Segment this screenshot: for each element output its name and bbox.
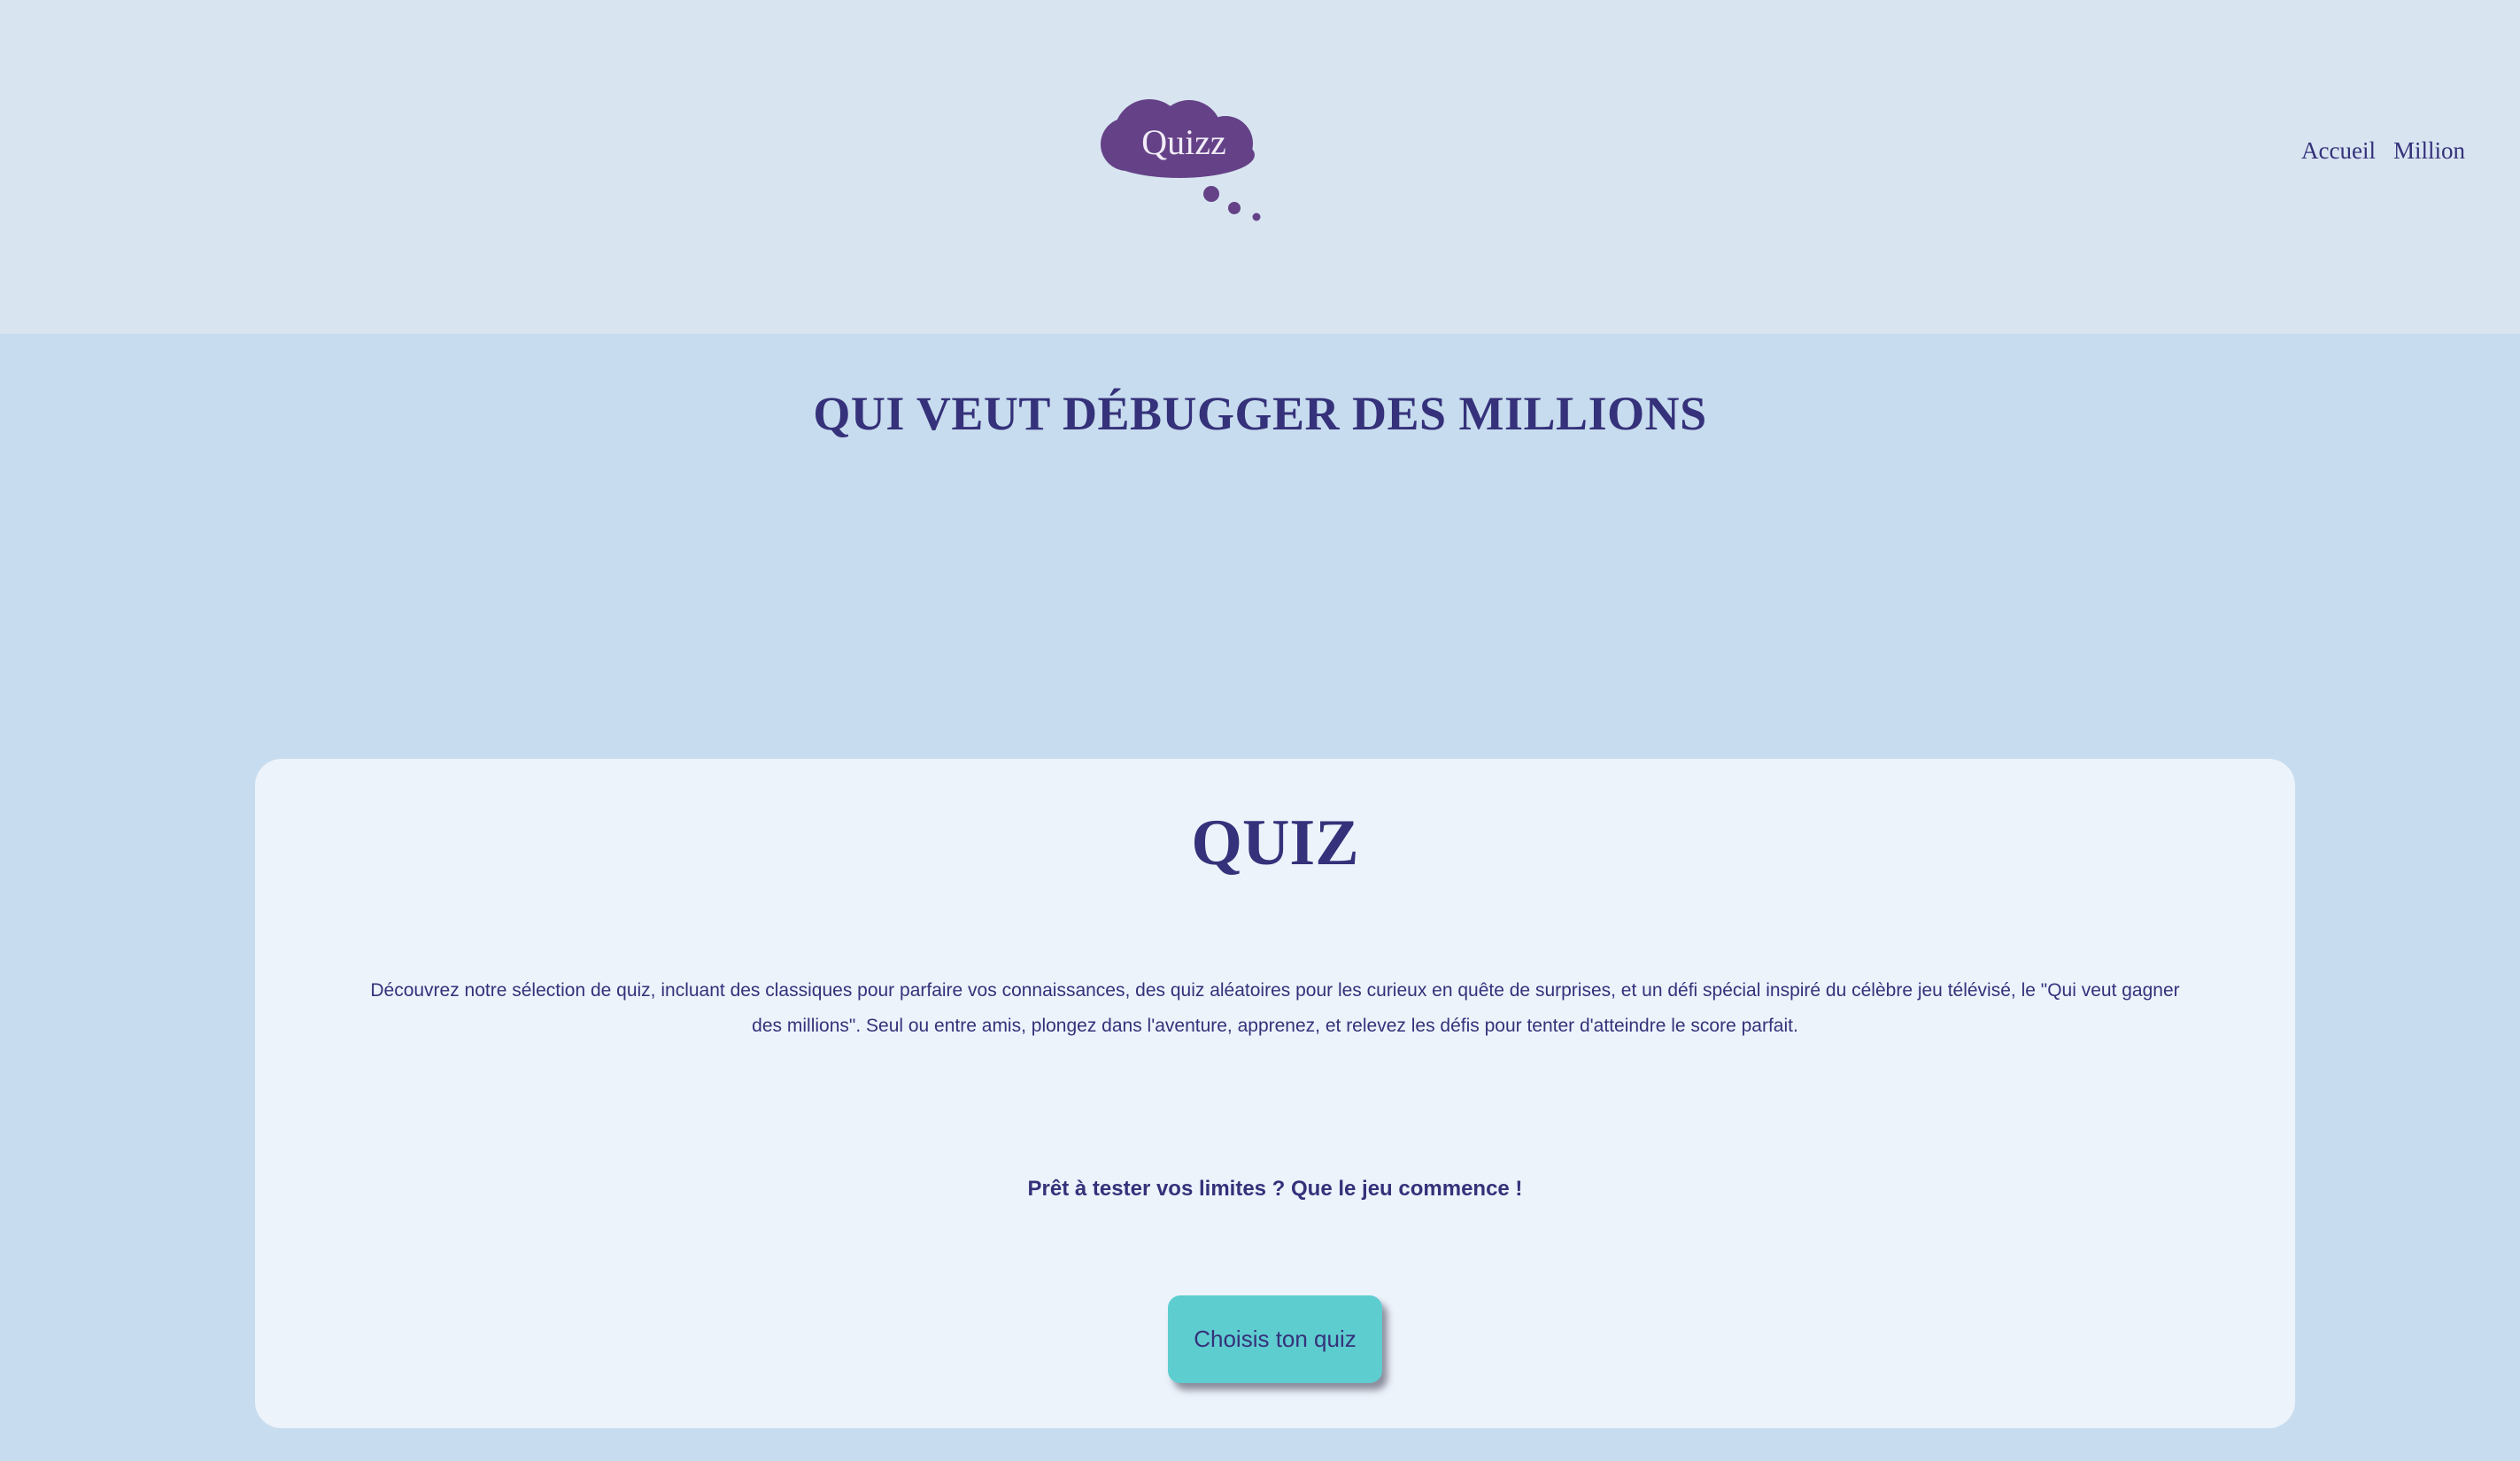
thought-bubble-icon: Quizz [1101,99,1261,221]
choose-quiz-button[interactable]: Choisis ton quiz [1168,1295,1382,1383]
quiz-card: QUIZ Découvrez notre sélection de quiz, … [255,759,2295,1428]
nav-link-accueil[interactable]: Accueil [2301,137,2376,165]
nav-link-million[interactable]: Million [2393,137,2465,165]
page-title: QUI VEUT DÉBUGGER DES MILLIONS [813,387,1707,440]
quizz-logo[interactable]: Quizz [1098,80,1284,230]
site-header: Quizz Accueil Million [0,0,2520,334]
logo-text: Quizz [1141,122,1226,162]
quiz-description: Découvrez notre sélection de quiz, inclu… [370,980,2180,1036]
quiz-call-to-action: Prêt à tester vos limites ? Que le jeu c… [1027,1177,1523,1201]
quiz-card-title: QUIZ [1191,807,1359,879]
main-nav: Accueil Million [2301,137,2465,165]
